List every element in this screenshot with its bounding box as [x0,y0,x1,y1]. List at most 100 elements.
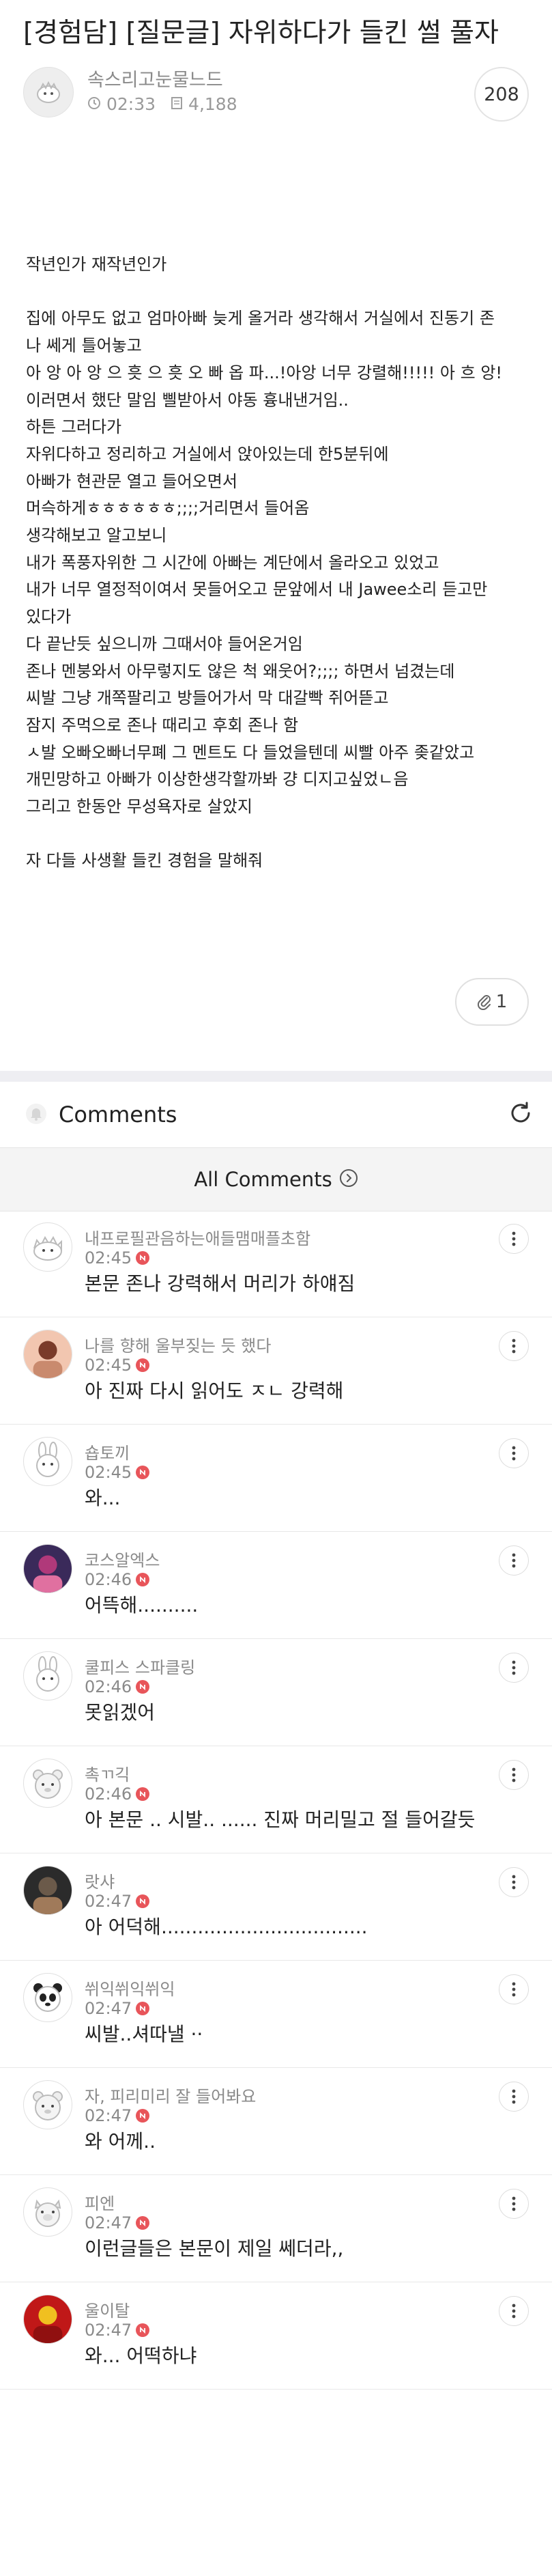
all-comments-button[interactable]: All Comments [0,1147,552,1212]
comment-time-text: 02:46 [85,1784,132,1804]
pig-avatar-icon [34,2199,61,2227]
refresh-icon[interactable] [506,1098,536,1131]
post-meta: 속스리고눈물느드 02:33 4,188 [23,67,237,117]
commenter-nickname[interactable]: 내프로필관음하는애들맴매플초함 [85,1225,310,1249]
comment-time: 02:47 [85,2106,150,2125]
post-body-line [26,279,531,306]
clock-icon [87,93,101,116]
new-badge-icon [136,2109,150,2123]
commenter-nickname[interactable]: 코스알엑스 [85,1547,160,1571]
commenter-nickname[interactable]: 촉ㄲ긱 [85,1761,130,1785]
author-avatar[interactable] [23,67,74,117]
comment-text: 어뜩해.......... [85,1594,199,1616]
commenter-avatar[interactable] [23,1973,72,2022]
post-body-line: 아빠가 현관문 열고 들어오면서 [26,471,237,491]
bear-avatar-icon [33,1769,63,1799]
commenter-avatar[interactable] [23,1544,72,1593]
comment-time: 02:45 [85,1356,150,1375]
comment-time-text: 02:47 [85,2213,132,2232]
commenter-nickname[interactable]: 쿨피스 스파클링 [85,1654,195,1678]
comment-count-badge[interactable]: 208 [474,67,529,122]
comment-time: 02:46 [85,1570,150,1589]
more-vertical-icon[interactable] [499,1438,529,1468]
commenter-nickname[interactable]: 숍토끼 [85,1440,130,1464]
commenter-avatar[interactable] [23,1759,72,1808]
comment-time-text: 02:45 [85,1356,132,1375]
commenter-nickname[interactable]: 피엔 [85,2190,115,2214]
comment-time: 02:46 [85,1784,150,1804]
more-vertical-icon[interactable] [499,1974,529,2004]
post-body-line: 잠지 주먹으로 존나 때리고 후회 존나 함 [26,715,299,735]
commenter-nickname[interactable]: 랏샤 [85,1868,115,1892]
commenter-nickname[interactable]: 울이탈 [85,2297,130,2321]
more-vertical-icon[interactable] [499,1760,529,1790]
post-body-line: 작년인가 재작년인가 [26,255,167,274]
more-vertical-icon[interactable] [499,1331,529,1361]
post-body-line: 아 앙 아 앙 으 흣 으 흣 오 빠 옵 파...!아앙 너무 강렬해!!!!… [26,363,503,382]
commenter-avatar[interactable] [23,1866,72,1915]
more-vertical-icon[interactable] [499,1653,529,1683]
new-badge-icon [136,1573,150,1586]
comment-time-text: 02:45 [85,1463,132,1482]
comment-time-text: 02:45 [85,1248,132,1268]
commenter-avatar[interactable] [23,1651,72,1700]
post-body-line: 생각해보고 알고보니 [26,526,167,546]
comments-label: Comments [59,1102,177,1128]
new-badge-icon [136,1358,150,1372]
document-icon [171,93,183,116]
comment-text: 못읽겠어 [85,1701,156,1724]
chevron-right-circle-icon [339,1168,358,1190]
post-body-line: 자 다들 사생활 들킨 경험을 말해줘 [26,851,263,871]
post-body-line: 내가 폭풍자위한 그 시간에 아빠는 계단에서 올라오고 있었고 [26,552,439,572]
post-body-line: ㅅ발 오빠오빠너무폐 그 멘트도 다 들었을텐데 씨빨 아주 좆같았고 [26,742,475,762]
commenter-nickname[interactable]: 자, 피리미리 잘 들어봐요 [85,2083,256,2107]
more-vertical-icon[interactable] [499,1224,529,1254]
more-vertical-icon[interactable] [499,2296,529,2326]
section-divider [0,1071,552,1082]
more-vertical-icon[interactable] [499,1867,529,1897]
post-body-line: 그리고 한동안 무성욕자로 살았지 [26,797,253,817]
bell-icon[interactable] [25,1102,48,1128]
comment-text: 씨발..셔따낼 ·· [85,2023,203,2045]
commenter-nickname[interactable]: 나를 향해 울부짖는 듯 했다 [85,1332,271,1356]
commenter-avatar[interactable] [23,1330,72,1379]
new-badge-icon [136,1466,150,1479]
comment-text: 아 진짜 다시 읽어도 ㅈㄴ 강력해 [85,1380,344,1402]
post-body-line: 이러면서 했단 말임 삘받아서 야동 흉내낸거임.. [26,390,349,410]
commenter-avatar[interactable] [23,2295,72,2344]
bear-avatar-icon [33,2091,63,2120]
post-body-line [26,821,531,848]
commenter-nickname[interactable]: 쒸익쒸익쒸익 [85,1976,175,2000]
new-badge-icon [136,1251,150,1265]
commenter-avatar[interactable] [23,1222,72,1272]
comment-time-text: 02:47 [85,1892,132,1911]
comment-item: 쒸익쒸익쒸익 02:47 씨발..셔따낼 ·· [0,1961,552,2068]
new-badge-icon [136,1680,150,1694]
comment-item: 나를 향해 울부짖는 듯 했다 02:45 아 진짜 다시 읽어도 ㅈㄴ 강력해 [0,1317,552,1425]
photo-avatar [24,2295,72,2343]
more-vertical-icon[interactable] [499,2189,529,2219]
photo-avatar [24,1866,72,1914]
more-vertical-icon[interactable] [499,2082,529,2112]
post-body-line: 자위다하고 정리하고 거실에서 앉아있는데 한5분뒤에 [26,444,389,464]
commenter-avatar[interactable] [23,2187,72,2237]
comment-item: 울이탈 02:47 와... 어떡하냐 [0,2282,552,2390]
comment-time: 02:47 [85,2213,150,2232]
commenter-avatar[interactable] [23,2080,72,2129]
comment-item: 쿨피스 스파클링 02:46 못읽겠어 [0,1639,552,1746]
paperclip-icon [477,995,491,1010]
comment-text: 와... 어떡하냐 [85,2344,197,2367]
post-body-line: 나 쎄게 틀어놓고 [26,336,142,356]
comment-list: 내프로필관음하는애들맴매플초함 02:45 본문 존나 강력해서 머리가 하얘짐 나를… [0,1210,552,2390]
attachment-button[interactable]: 1 [455,978,529,1026]
more-vertical-icon[interactable] [499,1545,529,1576]
comment-time-text: 02:47 [85,2106,132,2125]
new-badge-icon [136,2002,150,2015]
comment-time-text: 02:46 [85,1677,132,1696]
commenter-avatar[interactable] [23,1437,72,1486]
author-name[interactable]: 속스리고눈물느드 [87,68,237,93]
all-comments-label: All Comments [194,1168,332,1191]
comment-item: 자, 피리미리 잘 들어봐요 02:47 와 어께.. [0,2068,552,2175]
comment-time: 02:46 [85,1677,150,1696]
post-body-line: 머슥하게ㅎㅎㅎㅎㅎㅎ;;;;거리면서 들어옴 [26,499,310,518]
